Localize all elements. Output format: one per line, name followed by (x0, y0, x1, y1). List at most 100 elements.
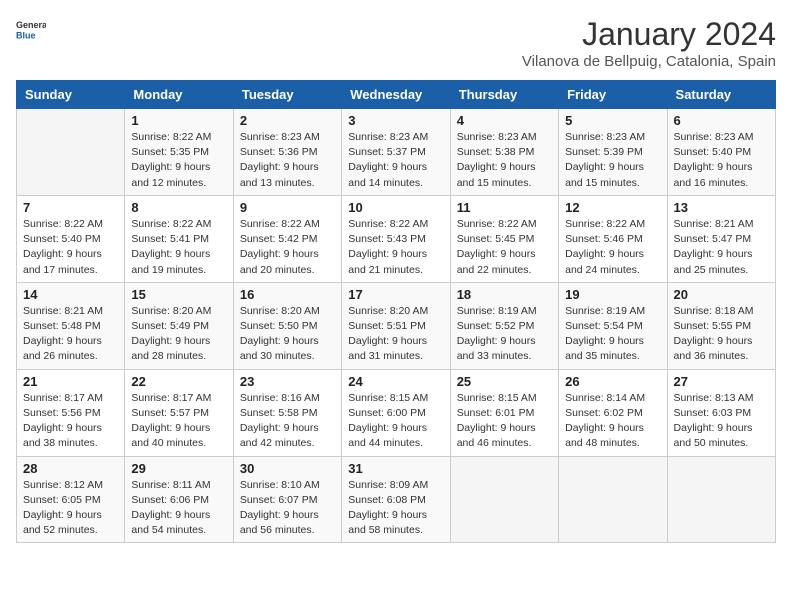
day-info: Sunrise: 8:22 AM Sunset: 5:45 PM Dayligh… (457, 217, 552, 278)
day-info: Sunrise: 8:10 AM Sunset: 6:07 PM Dayligh… (240, 478, 335, 539)
calendar-cell: 9Sunrise: 8:22 AM Sunset: 5:42 PM Daylig… (233, 195, 341, 282)
calendar-cell: 2 Sunrise: 8:23 AM Sunset: 5:36 PM Daylig… (233, 109, 341, 196)
day-info: Sunrise: 8:22 AM Sunset: 5:46 PM Dayligh… (565, 217, 660, 278)
day-number: 25 (457, 374, 552, 389)
week-row-3: 14Sunrise: 8:21 AM Sunset: 5:48 PM Dayli… (17, 282, 776, 369)
day-number: 14 (23, 287, 118, 302)
calendar-cell: 11Sunrise: 8:22 AM Sunset: 5:45 PM Dayli… (450, 195, 558, 282)
day-info: Sunrise: 8:17 AM Sunset: 5:56 PM Dayligh… (23, 391, 118, 452)
day-info: Sunrise: 8:22 AM Sunset: 5:40 PM Dayligh… (23, 217, 118, 278)
col-header-wednesday: Wednesday (342, 81, 450, 109)
calendar-cell: 27 Sunrise: 8:13 AM Sunset: 6:03 PM Dayli… (667, 369, 775, 456)
day-number: 16 (240, 287, 335, 302)
day-info: Sunrise: 8:20 AM Sunset: 5:51 PM Dayligh… (348, 304, 443, 365)
day-info: Sunrise: 8:22 AM Sunset: 5:42 PM Dayligh… (240, 217, 335, 278)
day-number: 4 (457, 113, 552, 128)
svg-text:Blue: Blue (16, 31, 36, 41)
day-info: Sunrise: 8:09 AM Sunset: 6:08 PM Dayligh… (348, 478, 443, 539)
col-header-tuesday: Tuesday (233, 81, 341, 109)
col-header-monday: Monday (125, 81, 233, 109)
day-info: Sunrise: 8:15 AM Sunset: 6:01 PM Dayligh… (457, 391, 552, 452)
logo-icon: General Blue (16, 16, 46, 46)
calendar-cell: 22Sunrise: 8:17 AM Sunset: 5:57 PM Dayli… (125, 369, 233, 456)
day-info: Sunrise: 8:17 AM Sunset: 5:57 PM Dayligh… (131, 391, 226, 452)
day-number: 8 (131, 200, 226, 215)
day-number: 29 (131, 461, 226, 476)
day-info: Sunrise: 8:13 AM Sunset: 6:03 PM Dayligh… (674, 391, 769, 452)
day-number: 3 (348, 113, 443, 128)
day-info: Sunrise: 8:23 AM Sunset: 5:39 PM Dayligh… (565, 130, 660, 191)
day-info: Sunrise: 8:18 AM Sunset: 5:55 PM Dayligh… (674, 304, 769, 365)
calendar-cell: 21 Sunrise: 8:17 AM Sunset: 5:56 PM Dayli… (17, 369, 125, 456)
day-info: Sunrise: 8:16 AM Sunset: 5:58 PM Dayligh… (240, 391, 335, 452)
day-info: Sunrise: 8:21 AM Sunset: 5:47 PM Dayligh… (674, 217, 769, 278)
day-number: 31 (348, 461, 443, 476)
calendar-cell: 8 Sunrise: 8:22 AM Sunset: 5:41 PM Daylig… (125, 195, 233, 282)
col-header-friday: Friday (559, 81, 667, 109)
day-number: 27 (674, 374, 769, 389)
col-header-saturday: Saturday (667, 81, 775, 109)
day-number: 20 (674, 287, 769, 302)
calendar-cell: 7 Sunrise: 8:22 AM Sunset: 5:40 PM Daylig… (17, 195, 125, 282)
calendar-cell: 17 Sunrise: 8:20 AM Sunset: 5:51 PM Dayli… (342, 282, 450, 369)
calendar-cell: 1Sunrise: 8:22 AM Sunset: 5:35 PM Daylig… (125, 109, 233, 196)
day-number: 23 (240, 374, 335, 389)
day-number: 18 (457, 287, 552, 302)
page-header: General Blue January 2024 Vilanova de Be… (16, 16, 776, 70)
day-info: Sunrise: 8:22 AM Sunset: 5:43 PM Dayligh… (348, 217, 443, 278)
week-row-1: 1Sunrise: 8:22 AM Sunset: 5:35 PM Daylig… (17, 109, 776, 196)
calendar-cell: 30 Sunrise: 8:10 AM Sunset: 6:07 PM Dayli… (233, 456, 341, 543)
day-number: 17 (348, 287, 443, 302)
calendar-cell: 18 Sunrise: 8:19 AM Sunset: 5:52 PM Dayli… (450, 282, 558, 369)
header-row: SundayMondayTuesdayWednesdayThursdayFrid… (17, 81, 776, 109)
calendar-cell: 28 Sunrise: 8:12 AM Sunset: 6:05 PM Dayli… (17, 456, 125, 543)
calendar-cell: 13 Sunrise: 8:21 AM Sunset: 5:47 PM Dayli… (667, 195, 775, 282)
day-number: 10 (348, 200, 443, 215)
day-number: 12 (565, 200, 660, 215)
calendar-table: SundayMondayTuesdayWednesdayThursdayFrid… (16, 80, 776, 543)
calendar-cell: 19 Sunrise: 8:19 AM Sunset: 5:54 PM Dayli… (559, 282, 667, 369)
calendar-cell: 15 Sunrise: 8:20 AM Sunset: 5:49 PM Dayli… (125, 282, 233, 369)
week-row-2: 7 Sunrise: 8:22 AM Sunset: 5:40 PM Daylig… (17, 195, 776, 282)
day-info: Sunrise: 8:22 AM Sunset: 5:41 PM Dayligh… (131, 217, 226, 278)
day-info: Sunrise: 8:12 AM Sunset: 6:05 PM Dayligh… (23, 478, 118, 539)
col-header-thursday: Thursday (450, 81, 558, 109)
day-number: 15 (131, 287, 226, 302)
day-info: Sunrise: 8:19 AM Sunset: 5:54 PM Dayligh… (565, 304, 660, 365)
day-info: Sunrise: 8:19 AM Sunset: 5:52 PM Dayligh… (457, 304, 552, 365)
calendar-cell: 23 Sunrise: 8:16 AM Sunset: 5:58 PM Dayli… (233, 369, 341, 456)
day-info: Sunrise: 8:23 AM Sunset: 5:37 PM Dayligh… (348, 130, 443, 191)
day-number: 21 (23, 374, 118, 389)
calendar-cell: 31 Sunrise: 8:09 AM Sunset: 6:08 PM Dayli… (342, 456, 450, 543)
calendar-cell: 4 Sunrise: 8:23 AM Sunset: 5:38 PM Daylig… (450, 109, 558, 196)
day-info: Sunrise: 8:20 AM Sunset: 5:49 PM Dayligh… (131, 304, 226, 365)
day-number: 2 (240, 113, 335, 128)
logo: General Blue (16, 16, 46, 46)
day-number: 19 (565, 287, 660, 302)
calendar-cell: 16Sunrise: 8:20 AM Sunset: 5:50 PM Dayli… (233, 282, 341, 369)
calendar-cell: 5 Sunrise: 8:23 AM Sunset: 5:39 PM Daylig… (559, 109, 667, 196)
day-number: 28 (23, 461, 118, 476)
calendar-cell: 25 Sunrise: 8:15 AM Sunset: 6:01 PM Dayli… (450, 369, 558, 456)
day-info: Sunrise: 8:23 AM Sunset: 5:36 PM Dayligh… (240, 130, 335, 191)
day-number: 30 (240, 461, 335, 476)
week-row-5: 28 Sunrise: 8:12 AM Sunset: 6:05 PM Dayli… (17, 456, 776, 543)
calendar-cell (559, 456, 667, 543)
day-number: 5 (565, 113, 660, 128)
day-number: 7 (23, 200, 118, 215)
day-number: 1 (131, 113, 226, 128)
title-block: January 2024 Vilanova de Bellpuig, Catal… (522, 16, 776, 70)
calendar-cell: 14Sunrise: 8:21 AM Sunset: 5:48 PM Dayli… (17, 282, 125, 369)
calendar-cell: 10 Sunrise: 8:22 AM Sunset: 5:43 PM Dayli… (342, 195, 450, 282)
col-header-sunday: Sunday (17, 81, 125, 109)
calendar-cell: 24 Sunrise: 8:15 AM Sunset: 6:00 PM Dayli… (342, 369, 450, 456)
calendar-cell: 20 Sunrise: 8:18 AM Sunset: 5:55 PM Dayli… (667, 282, 775, 369)
day-number: 13 (674, 200, 769, 215)
day-info: Sunrise: 8:15 AM Sunset: 6:00 PM Dayligh… (348, 391, 443, 452)
week-row-4: 21 Sunrise: 8:17 AM Sunset: 5:56 PM Dayli… (17, 369, 776, 456)
day-number: 24 (348, 374, 443, 389)
day-info: Sunrise: 8:23 AM Sunset: 5:38 PM Dayligh… (457, 130, 552, 191)
day-number: 26 (565, 374, 660, 389)
calendar-cell (667, 456, 775, 543)
calendar-cell: 12 Sunrise: 8:22 AM Sunset: 5:46 PM Dayli… (559, 195, 667, 282)
